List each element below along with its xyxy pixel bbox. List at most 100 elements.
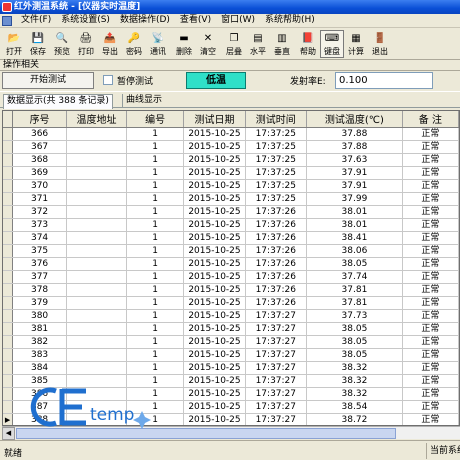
table-cell[interactable]: 2015-10-25 [183, 322, 246, 336]
row-indicator[interactable]: ▶ [3, 413, 14, 425]
table-cell[interactable]: 38.32 [306, 374, 403, 388]
table-cell[interactable]: 37.63 [306, 153, 403, 167]
table-cell[interactable]: 17:37:25 [245, 179, 308, 193]
table-cell[interactable]: 17:37:26 [245, 244, 308, 258]
table-cell[interactable]: 37.74 [306, 270, 403, 284]
table-cell[interactable]: 正常 [402, 166, 459, 180]
table-cell[interactable]: 1 [126, 296, 185, 310]
table-cell[interactable]: 17:37:26 [245, 218, 308, 232]
table-cell[interactable]: 17:37:26 [245, 205, 308, 219]
table-row[interactable]: 375 1 2015-10-25 17:37:26 38.06 正常 [3, 244, 459, 258]
table-cell[interactable]: 375 [12, 244, 68, 258]
table-cell[interactable]: 正常 [402, 270, 459, 284]
table-cell[interactable] [66, 231, 127, 245]
row-indicator[interactable] [3, 296, 14, 310]
row-indicator[interactable] [3, 153, 14, 167]
column-header[interactable]: 测试日期 [183, 111, 246, 128]
table-row[interactable]: 383 1 2015-10-25 17:37:27 38.05 正常 [3, 348, 459, 362]
table-cell[interactable]: 38.01 [306, 205, 403, 219]
toolbar-button-keyboard[interactable]: ⌨ 键盘 [320, 30, 344, 58]
table-row[interactable]: 377 1 2015-10-25 17:37:26 37.74 正常 [3, 270, 459, 284]
table-cell[interactable]: 2015-10-25 [183, 283, 246, 297]
table-cell[interactable]: 2015-10-25 [183, 413, 246, 425]
row-indicator[interactable] [3, 244, 14, 258]
table-cell[interactable]: 17:37:25 [245, 127, 308, 141]
table-cell[interactable]: 17:37:26 [245, 270, 308, 284]
table-cell[interactable]: 38.41 [306, 231, 403, 245]
row-indicator[interactable] [3, 309, 14, 323]
table-cell[interactable]: 17:37:25 [245, 192, 308, 206]
tab-curve-display[interactable]: 曲线显示 [122, 94, 165, 108]
table-cell[interactable]: 371 [12, 192, 68, 206]
table-cell[interactable]: 2015-10-25 [183, 387, 246, 401]
table-cell[interactable]: 1 [126, 192, 185, 206]
table-cell[interactable] [66, 296, 127, 310]
table-cell[interactable]: 17:37:27 [245, 413, 308, 425]
row-indicator[interactable] [3, 400, 14, 414]
table-cell[interactable]: 378 [12, 283, 68, 297]
toolbar-button-preview[interactable]: 🔍 预览 [50, 30, 74, 58]
menu-file[interactable]: 文件(F) [16, 14, 56, 27]
toolbar-button-tile-horizontal[interactable]: ▤ 水平 [246, 30, 270, 58]
table-cell[interactable]: 正常 [402, 361, 459, 375]
table-cell[interactable]: 17:37:27 [245, 335, 308, 349]
table-cell[interactable]: 38.01 [306, 218, 403, 232]
toolbar-button-communication[interactable]: 📡 通讯 [146, 30, 170, 58]
table-cell[interactable]: 367 [12, 140, 68, 154]
table-cell[interactable]: 17:37:26 [245, 231, 308, 245]
toolbar-button-tile-vertical[interactable]: ▥ 垂直 [270, 30, 294, 58]
row-indicator[interactable] [3, 322, 14, 336]
column-header[interactable]: 备 注 [402, 111, 459, 128]
table-cell[interactable]: 正常 [402, 283, 459, 297]
table-cell[interactable] [66, 218, 127, 232]
table-cell[interactable] [66, 348, 127, 362]
table-cell[interactable]: 1 [126, 127, 185, 141]
table-row[interactable]: 376 1 2015-10-25 17:37:26 38.05 正常 [3, 257, 459, 271]
table-cell[interactable]: 383 [12, 348, 68, 362]
table-cell[interactable]: 1 [126, 309, 185, 323]
table-row[interactable]: 372 1 2015-10-25 17:37:26 38.01 正常 [3, 205, 459, 219]
table-cell[interactable]: 正常 [402, 218, 459, 232]
table-cell[interactable]: 1 [126, 335, 185, 349]
table-cell[interactable]: 2015-10-25 [183, 374, 246, 388]
row-indicator[interactable] [3, 335, 14, 349]
table-row[interactable]: 366 1 2015-10-25 17:37:25 37.88 正常 [3, 127, 459, 141]
table-row[interactable]: 378 1 2015-10-25 17:37:26 37.81 正常 [3, 283, 459, 297]
table-cell[interactable]: 380 [12, 309, 68, 323]
row-indicator[interactable] [3, 205, 14, 219]
table-cell[interactable]: 正常 [402, 296, 459, 310]
table-row[interactable]: 379 1 2015-10-25 17:37:26 37.81 正常 [3, 296, 459, 310]
table-cell[interactable]: 37.91 [306, 179, 403, 193]
table-cell[interactable]: 17:37:27 [245, 387, 308, 401]
table-cell[interactable]: 1 [126, 140, 185, 154]
system-menu-icon[interactable] [2, 15, 12, 26]
menu-data[interactable]: 数据操作(D) [115, 14, 175, 27]
table-cell[interactable]: 37.81 [306, 296, 403, 310]
row-indicator[interactable] [3, 179, 14, 193]
row-indicator[interactable] [3, 387, 14, 401]
toolbar-button-open-folder[interactable]: 📂 打开 [2, 30, 26, 58]
column-header[interactable]: 测试温度(℃) [306, 111, 403, 128]
table-cell[interactable]: 38.54 [306, 400, 403, 414]
table-cell[interactable]: 1 [126, 231, 185, 245]
table-cell[interactable]: 正常 [402, 140, 459, 154]
table-cell[interactable]: 2015-10-25 [183, 296, 246, 310]
table-cell[interactable]: 17:37:26 [245, 283, 308, 297]
table-cell[interactable]: 1 [126, 179, 185, 193]
table-cell[interactable]: 正常 [402, 387, 459, 401]
toolbar-button-print[interactable]: 🖨 打印 [74, 30, 98, 58]
table-cell[interactable]: 384 [12, 361, 68, 375]
row-indicator[interactable] [3, 348, 14, 362]
table-cell[interactable]: 正常 [402, 205, 459, 219]
row-indicator[interactable] [3, 283, 14, 297]
table-cell[interactable]: 2015-10-25 [183, 127, 246, 141]
table-cell[interactable] [66, 179, 127, 193]
table-cell[interactable]: 1 [126, 270, 185, 284]
start-test-button[interactable]: 开始测试 [2, 72, 94, 89]
table-cell[interactable] [66, 153, 127, 167]
table-cell[interactable]: 正常 [402, 153, 459, 167]
table-cell[interactable] [66, 166, 127, 180]
table-cell[interactable]: 37.88 [306, 127, 403, 141]
table-cell[interactable]: 38.06 [306, 244, 403, 258]
table-cell[interactable]: 17:37:27 [245, 374, 308, 388]
